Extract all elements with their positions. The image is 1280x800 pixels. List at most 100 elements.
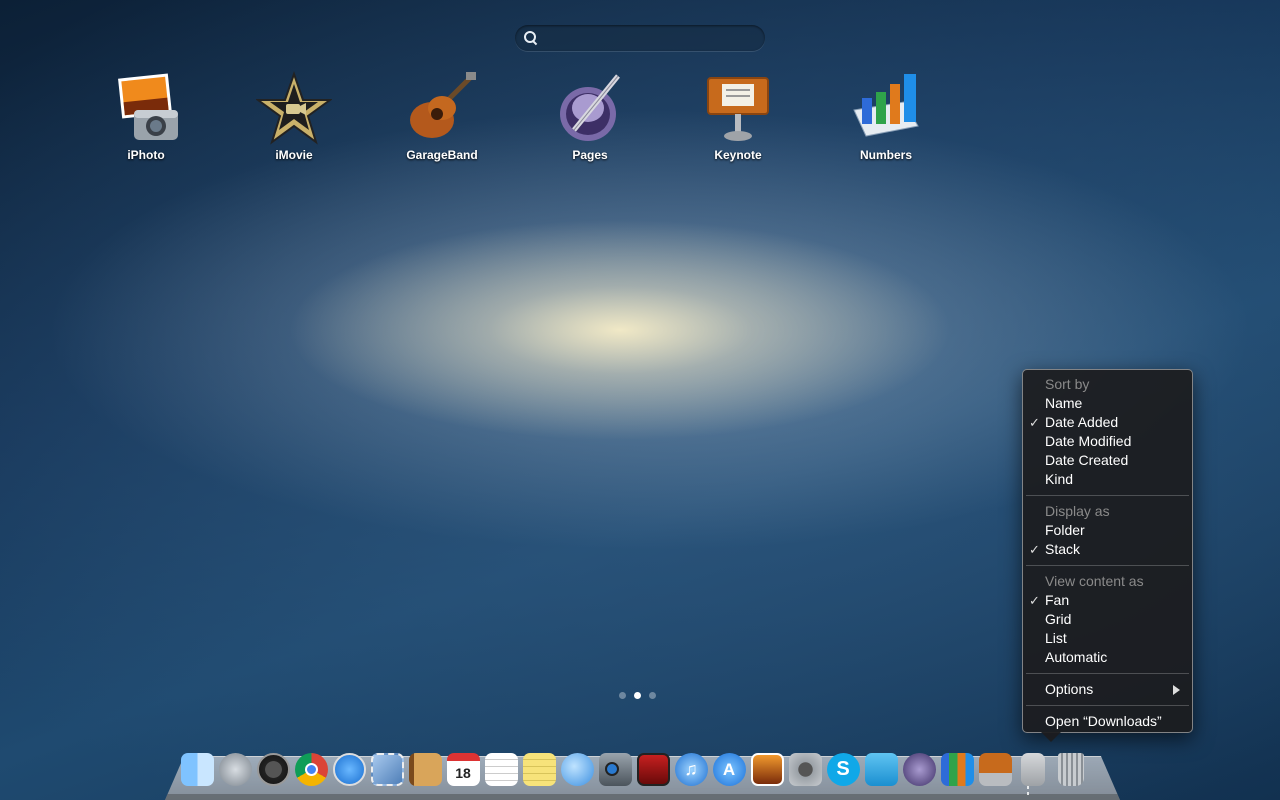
dock-item-messages[interactable] xyxy=(558,750,596,788)
dock-item-system-preferences[interactable] xyxy=(786,750,824,788)
keynote-icon xyxy=(978,752,1012,786)
dock-item-contacts[interactable] xyxy=(406,750,444,788)
dock-item-reminders[interactable] xyxy=(482,750,520,788)
notes-icon xyxy=(522,752,556,786)
messages-icon xyxy=(560,752,594,786)
itunes-icon: ♫ xyxy=(674,752,708,786)
launchpad-icon xyxy=(218,752,252,786)
checkmark-icon: ✓ xyxy=(1029,415,1040,430)
launchpad-app-grid: iPhoto iMovie GarageBand Pages Keynote N… xyxy=(72,70,960,162)
menu-separator xyxy=(1026,705,1189,706)
photo-booth-icon xyxy=(636,752,670,786)
iphoto-icon xyxy=(750,752,784,786)
menu-item-automatic[interactable]: Automatic xyxy=(1023,648,1192,667)
menu-item-grid[interactable]: Grid xyxy=(1023,610,1192,629)
page-dot[interactable] xyxy=(649,692,656,699)
facetime-icon xyxy=(598,752,632,786)
menu-item-stack[interactable]: ✓ Stack xyxy=(1023,540,1192,559)
app-keynote[interactable]: Keynote xyxy=(664,70,812,162)
dock-item-app-store[interactable]: A xyxy=(710,750,748,788)
menu-item-fan[interactable]: ✓ Fan xyxy=(1023,591,1192,610)
downloads-stack-icon xyxy=(1021,752,1045,786)
dock-item-twitter[interactable] xyxy=(862,750,900,788)
dock-item-downloads[interactable] xyxy=(1014,750,1052,788)
dock-item-facetime[interactable] xyxy=(596,750,634,788)
page-dot[interactable] xyxy=(619,692,626,699)
numbers-icon xyxy=(853,74,919,137)
twitter-icon xyxy=(864,752,898,786)
pages-icon xyxy=(902,752,936,786)
finder-icon xyxy=(180,752,214,786)
menu-item-open-downloads[interactable]: Open “Downloads” xyxy=(1023,712,1192,731)
dock-item-notes[interactable] xyxy=(520,750,558,788)
dock-item-photo-booth[interactable] xyxy=(634,750,672,788)
page-indicator xyxy=(619,692,656,699)
downloads-stack-context-menu: Sort by Name ✓ Date Added Date Modified D… xyxy=(1022,369,1193,742)
menu-separator xyxy=(1026,673,1189,674)
dock: 18 ♫ A S xyxy=(178,750,1090,788)
app-label: Pages xyxy=(572,148,608,162)
search-input[interactable] xyxy=(543,30,753,46)
app-imovie[interactable]: iMovie xyxy=(220,70,368,162)
app-numbers[interactable]: Numbers xyxy=(812,70,960,162)
dock-item-iphoto[interactable] xyxy=(748,750,786,788)
pages-icon xyxy=(560,74,620,141)
spotlight-search-field[interactable] xyxy=(515,25,765,51)
chrome-icon xyxy=(294,752,328,786)
skype-icon: S xyxy=(826,752,860,786)
checkmark-icon: ✓ xyxy=(1029,593,1040,608)
iphoto-icon xyxy=(118,73,178,140)
safari-icon xyxy=(332,752,366,786)
menu-item-name[interactable]: Name xyxy=(1023,394,1192,413)
dock-item-chrome[interactable] xyxy=(292,750,330,788)
dock-item-safari[interactable] xyxy=(330,750,368,788)
dock-item-calendar[interactable]: 18 xyxy=(444,750,482,788)
app-label: iPhoto xyxy=(127,148,165,162)
imovie-icon xyxy=(256,70,332,145)
menu-header-view-content-as: View content as xyxy=(1045,573,1144,589)
calendar-icon: 18 xyxy=(446,752,480,786)
contacts-icon xyxy=(408,752,442,786)
app-label: GarageBand xyxy=(406,148,478,162)
app-garageband[interactable]: GarageBand xyxy=(368,70,516,162)
menu-header-sort-by: Sort by xyxy=(1045,376,1090,392)
dock-item-launchpad[interactable] xyxy=(216,750,254,788)
app-store-icon: A xyxy=(712,752,746,786)
menu-header-display-as: Display as xyxy=(1045,503,1110,519)
menu-item-kind[interactable]: Kind xyxy=(1023,470,1192,489)
app-label: iMovie xyxy=(275,148,313,162)
system-preferences-icon xyxy=(788,752,822,786)
menu-item-date-added[interactable]: ✓ Date Added xyxy=(1023,413,1192,432)
dock-item-finder[interactable] xyxy=(178,750,216,788)
app-label: Keynote xyxy=(714,148,762,162)
mail-stamp-icon xyxy=(370,752,404,786)
menu-item-list[interactable]: List xyxy=(1023,629,1192,648)
dock-item-skype[interactable]: S xyxy=(824,750,862,788)
dock-item-keynote[interactable] xyxy=(976,750,1014,788)
page-dot-active[interactable] xyxy=(634,692,641,699)
dock-item-pages[interactable] xyxy=(900,750,938,788)
dock-item-numbers[interactable] xyxy=(938,750,976,788)
reminders-icon xyxy=(484,752,518,786)
app-iphoto[interactable]: iPhoto xyxy=(72,70,220,162)
dock-item-dashboard[interactable] xyxy=(254,750,292,788)
menu-separator xyxy=(1026,495,1189,496)
app-pages[interactable]: Pages xyxy=(516,70,664,162)
dock-item-itunes[interactable]: ♫ xyxy=(672,750,710,788)
trash-icon xyxy=(1058,752,1084,786)
dashboard-icon xyxy=(256,752,290,786)
menu-item-date-modified[interactable]: Date Modified xyxy=(1023,432,1192,451)
numbers-icon xyxy=(940,752,974,786)
checkmark-icon: ✓ xyxy=(1029,542,1040,557)
keynote-icon xyxy=(707,77,769,141)
menu-item-options[interactable]: Options xyxy=(1023,680,1192,699)
garageband-icon xyxy=(410,72,476,138)
search-icon xyxy=(523,30,539,46)
submenu-arrow-icon xyxy=(1173,685,1180,695)
dock-item-trash[interactable] xyxy=(1052,750,1090,788)
menu-item-folder[interactable]: Folder xyxy=(1023,521,1192,540)
menu-item-date-created[interactable]: Date Created xyxy=(1023,451,1192,470)
app-label: Numbers xyxy=(859,148,912,162)
dock-item-mail[interactable] xyxy=(368,750,406,788)
menu-separator xyxy=(1026,565,1189,566)
